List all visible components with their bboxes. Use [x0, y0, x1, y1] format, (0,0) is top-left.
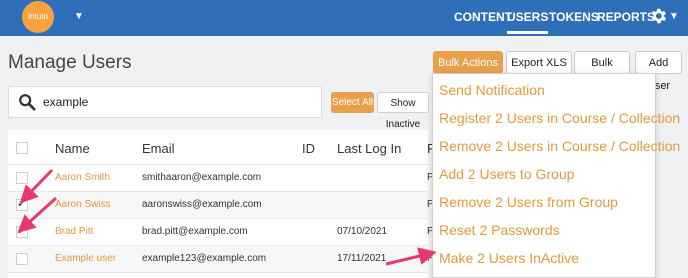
column-header-name[interactable]: Name	[55, 141, 90, 156]
menu-item-register-users[interactable]: Register 2 Users in Course / Collection	[439, 110, 680, 126]
intuto-logo[interactable]: Intuto	[22, 1, 54, 33]
table-row[interactable]: Aaron Smith smithaaron@example.com P	[8, 165, 434, 192]
export-label: Export XLS	[511, 57, 567, 69]
user-last-login: 07/10/2021	[337, 226, 388, 237]
add-user-button[interactable]: Add User	[635, 51, 682, 92]
table-row[interactable]: Example user example123@example.com 17/1…	[8, 246, 434, 273]
search-box	[8, 86, 322, 118]
bulk-actions-label: Bulk Actions	[438, 57, 498, 69]
select-all-checkbox[interactable]	[16, 142, 28, 154]
table-row[interactable]: Aaron Swiss aaronswiss@example.com P	[8, 192, 434, 219]
user-name-link[interactable]: Example user	[55, 253, 116, 264]
row-checkbox[interactable]	[16, 224, 28, 238]
user-name-link[interactable]: Aaron Swiss	[55, 199, 111, 210]
user-email: aaronswiss@example.com	[142, 199, 262, 210]
row-checkbox[interactable]	[16, 197, 28, 211]
nav-users[interactable]: USERS	[507, 10, 549, 34]
menu-item-remove-users-course[interactable]: Remove 2 Users in Course / Collection	[439, 138, 680, 154]
search-input[interactable]	[43, 93, 313, 111]
export-xls-button[interactable]: Export XLS ↓	[506, 51, 572, 92]
user-name-link[interactable]: Brad Pitt	[55, 226, 93, 237]
user-email: smithaaron@example.com	[142, 172, 262, 183]
user-name-link[interactable]: Aaron Smith	[55, 172, 110, 183]
users-table: Name Email ID Last Log In R Aaron Smith …	[8, 130, 436, 278]
bulk-actions-button[interactable]: Bulk Actions ▼	[433, 51, 503, 91]
user-last-login: 17/11/2021	[337, 253, 387, 264]
nav-content[interactable]: CONTENT	[454, 10, 512, 24]
top-nav-bar: Intuto ▼ CONTENT USERS TOKENS REPORTS ▼	[0, 0, 688, 36]
search-icon	[19, 94, 36, 111]
select-all-button[interactable]: Select All	[331, 92, 374, 113]
chevron-down-icon[interactable]: ▼	[669, 11, 679, 22]
user-email: brad.pitt@example.com	[142, 226, 248, 237]
column-header-last-login[interactable]: Last Log In	[337, 141, 401, 156]
menu-item-send-notification[interactable]: Send Notification	[439, 82, 545, 98]
row-checkbox[interactable]	[16, 253, 28, 265]
nav-tokens[interactable]: TOKENS	[549, 10, 599, 24]
column-header-email[interactable]: Email	[142, 141, 175, 156]
page-title: Manage Users	[8, 52, 132, 73]
menu-item-remove-users-group[interactable]: Remove 2 Users from Group	[439, 194, 618, 210]
table-row[interactable]: Brad Pitt brad.pitt@example.com 07/10/20…	[8, 219, 434, 246]
row-checkbox[interactable]	[16, 172, 28, 184]
gear-icon[interactable]	[648, 6, 668, 26]
nav-reports[interactable]: REPORTS	[597, 10, 655, 24]
bulk-upload-button[interactable]: Bulk Upload	[574, 51, 630, 92]
menu-item-add-users-group[interactable]: Add 2 Users to Group	[439, 166, 574, 182]
menu-item-reset-passwords[interactable]: Reset 2 Passwords	[439, 222, 560, 238]
column-header-id[interactable]: ID	[302, 141, 315, 156]
chevron-down-icon[interactable]: ▼	[74, 11, 84, 22]
menu-item-make-inactive[interactable]: Make 2 Users InActive	[439, 250, 579, 266]
show-inactive-button[interactable]: Show Inactive	[377, 92, 429, 130]
bulk-actions-menu: Send Notification Register 2 Users in Co…	[432, 73, 680, 278]
user-email: example123@example.com	[142, 253, 267, 264]
